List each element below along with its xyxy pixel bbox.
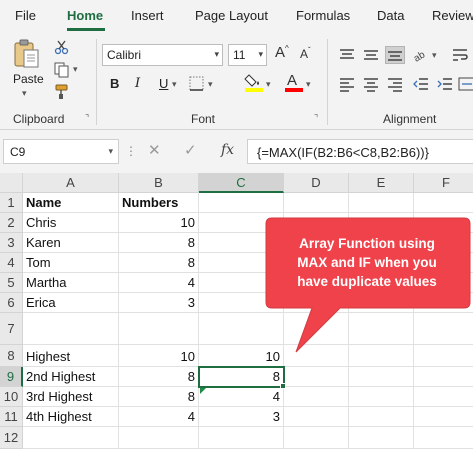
callout-line-3: have duplicate values	[297, 274, 437, 289]
callout-line-2: MAX and IF when you	[297, 255, 437, 270]
callout-bubble	[265, 217, 471, 353]
callout-line-1: Array Function using	[299, 236, 435, 251]
callout-text: Array Function using MAX and IF when you…	[268, 234, 466, 291]
